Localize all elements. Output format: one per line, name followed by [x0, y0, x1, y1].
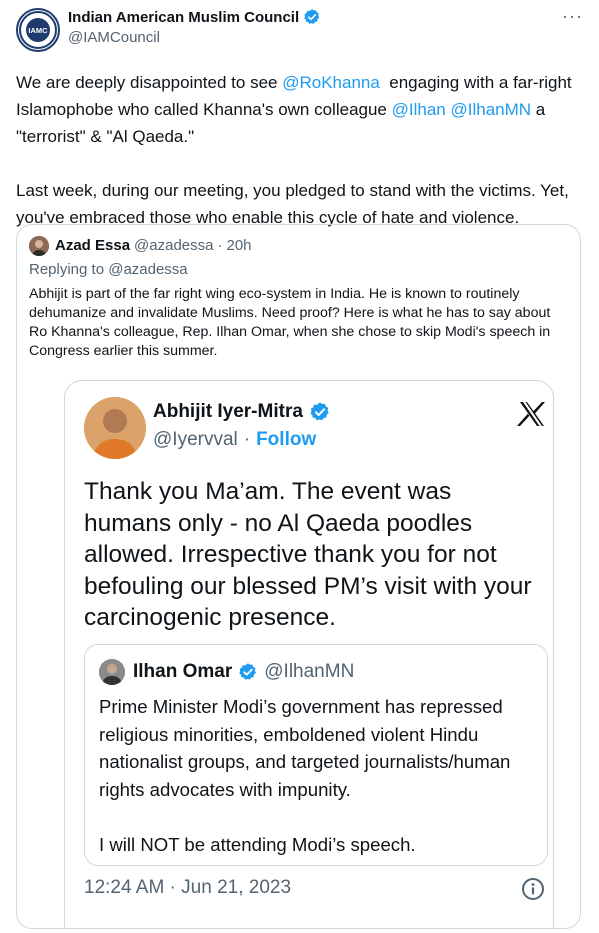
person-avatar-icon	[99, 659, 125, 685]
inner-quote-author-handle: @IlhanMN	[264, 661, 355, 682]
author-display-name[interactable]: Indian American Muslim Council	[68, 9, 299, 26]
quote-author-name[interactable]: Azad Essa	[55, 237, 130, 254]
author-name-row: Indian American Muslim Council	[68, 8, 321, 26]
person-avatar-icon	[29, 236, 49, 256]
screenshot-separator: ·	[243, 429, 251, 450]
person-avatar-icon	[84, 397, 146, 459]
x-logo-icon	[517, 402, 545, 426]
screenshot-tweet-text: Thank you Ma’am. The event was humans on…	[84, 478, 532, 631]
screenshot-inner-quote: Ilhan Omar @IlhanMN Prime Minister Modi’…	[84, 644, 548, 866]
avatar-logo-text: IAMC	[28, 26, 48, 35]
tweet-text-part: a "terrorist" & "Al Qaeda." Last week, d…	[16, 100, 569, 227]
screenshot-handle-row: @Iyervval · Follow	[153, 429, 316, 451]
screenshot-author-avatar	[84, 397, 146, 459]
inner-quote-avatar	[99, 659, 125, 685]
author-handle[interactable]: @IAMCouncil	[68, 29, 160, 46]
screenshot-author-name: Abhijit Iyer-Mitra	[153, 401, 303, 422]
inner-quote-author-name: Ilhan Omar	[133, 661, 233, 682]
quote-header: Azad Essa @azadessa · 20h	[55, 237, 252, 254]
mention-rokhanna-link[interactable]: @RoKhanna	[282, 73, 380, 92]
verified-badge-icon	[304, 9, 320, 24]
author-avatar[interactable]: IAMC	[16, 8, 60, 52]
quote-separator: ·	[217, 237, 223, 254]
replying-to-label: Replying to @azadessa	[29, 261, 188, 278]
iamc-logo-icon: IAMC	[19, 11, 57, 49]
mention-ilhanmn-link[interactable]: @IlhanMN	[450, 100, 531, 119]
tweet-text: We are deeply disappointed to see @RoKha…	[16, 69, 581, 231]
more-options-button[interactable]: ···	[562, 6, 583, 27]
inner-quote-header: Ilhan Omar @IlhanMN	[133, 661, 354, 683]
info-icon	[522, 878, 544, 900]
verified-badge-icon	[310, 402, 329, 421]
quote-text: Abhijit is part of the far right wing ec…	[29, 286, 551, 359]
verified-badge-icon	[239, 663, 257, 680]
inner-quote-text: Prime Minister Modi’s government has rep…	[99, 696, 511, 855]
quote-author-handle: @azadessa	[134, 237, 214, 254]
mention-ilhan-link[interactable]: @Ilhan	[392, 100, 446, 119]
quote-author-avatar	[29, 236, 49, 256]
follow-label: Follow	[256, 429, 317, 450]
quote-time: 20h	[226, 237, 252, 254]
embedded-screenshot-image[interactable]: Abhijit Iyer-Mitra @Iyervval · Follow Th…	[64, 380, 554, 928]
screenshot-author-handle: @Iyervval	[153, 429, 238, 450]
quoted-tweet-card[interactable]: Azad Essa @azadessa · 20h Replying to @a…	[16, 224, 581, 929]
screenshot-name-row: Abhijit Iyer-Mitra	[153, 401, 331, 423]
tweet-text-part: We are deeply disappointed to see	[16, 73, 283, 92]
screenshot-timestamp: 12:24 AM · Jun 21, 2023	[84, 877, 292, 898]
